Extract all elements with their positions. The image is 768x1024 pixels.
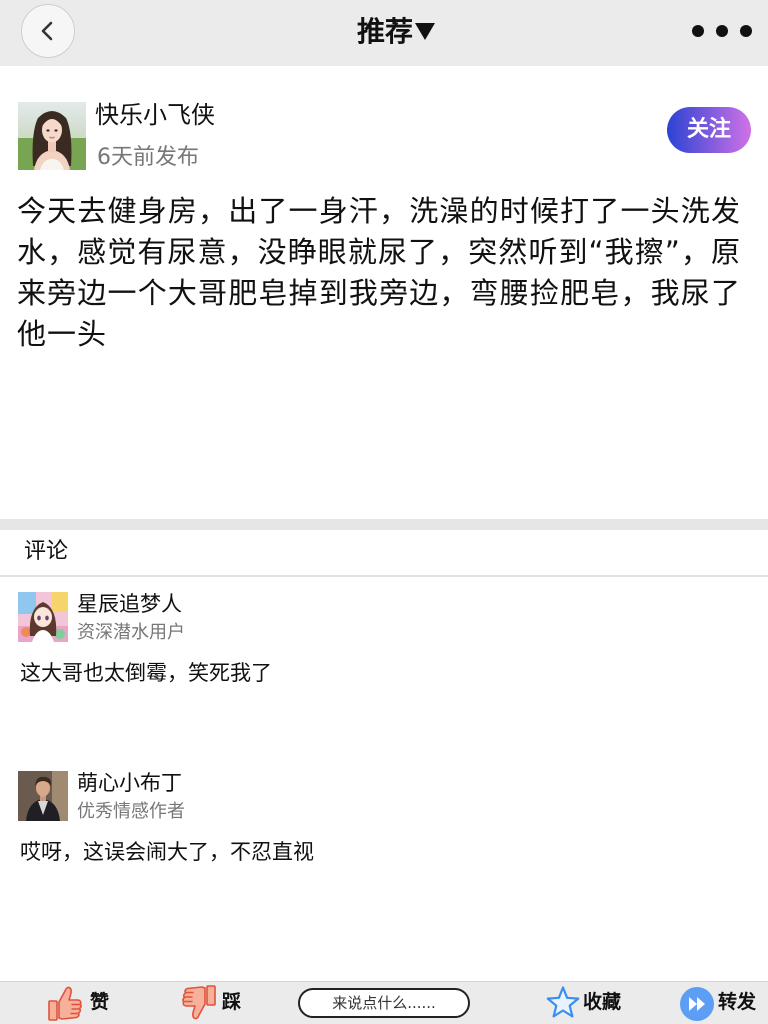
thumbs-up-icon (47, 984, 83, 1022)
divider (0, 575, 768, 577)
feed-selector[interactable]: 推荐 (0, 12, 768, 52)
commenter-badge: 资深潜水用户 (77, 622, 185, 643)
thumbs-down-icon (181, 984, 217, 1022)
share-label: 转发 (718, 991, 757, 1013)
like-button[interactable]: 赞 (47, 982, 111, 1024)
favorite-label: 收藏 (583, 991, 622, 1013)
star-icon (545, 984, 581, 1022)
dislike-button[interactable]: 踩 (181, 982, 243, 1024)
commenter-name[interactable]: 萌心小布丁 (77, 769, 182, 797)
comment-item: 星辰追梦人 资深潜水用户 这大哥也太倒霉，笑死我了 (0, 590, 768, 700)
avatar[interactable] (18, 771, 68, 821)
share-button[interactable]: 转发 (679, 982, 759, 1024)
comments-heading: 评论 (24, 539, 69, 564)
avatar[interactable] (18, 102, 86, 170)
top-nav-bar: 推荐 (0, 0, 768, 66)
avatar[interactable] (18, 592, 68, 642)
favorite-button[interactable]: 收藏 (545, 982, 625, 1024)
caret-down-icon (415, 22, 435, 40)
more-dots-icon (692, 25, 704, 37)
commenter-name[interactable]: 星辰追梦人 (77, 590, 182, 618)
bottom-action-bar: 赞 踩 收藏 (0, 981, 768, 1024)
page-title: 推荐 (356, 15, 413, 48)
more-button[interactable] (688, 18, 756, 44)
like-label: 赞 (90, 991, 110, 1013)
dislike-label: 踩 (222, 991, 242, 1013)
comment-input[interactable] (298, 988, 470, 1018)
comment-text: 哎呀，这误会闹大了，不忍直视 (20, 840, 314, 864)
comment-item: 萌心小布丁 优秀情感作者 哎呀，这误会闹大了，不忍直视 (0, 769, 768, 879)
more-dots-icon (740, 25, 752, 37)
follow-button[interactable]: 关注 (667, 107, 751, 153)
commenter-badge: 优秀情感作者 (77, 801, 185, 822)
section-divider (0, 519, 768, 530)
comment-text: 这大哥也太倒霉，笑死我了 (20, 661, 272, 685)
post-content: 今天去健身房，出了一身汗，洗澡的时候打了一头洗发水，感觉有尿意，没睁眼就尿了，突… (17, 194, 741, 351)
post-timestamp: 6天前发布 (97, 145, 199, 170)
author-name[interactable]: 快乐小飞侠 (95, 99, 215, 131)
forward-icon (679, 984, 715, 1022)
more-dots-icon (716, 25, 728, 37)
